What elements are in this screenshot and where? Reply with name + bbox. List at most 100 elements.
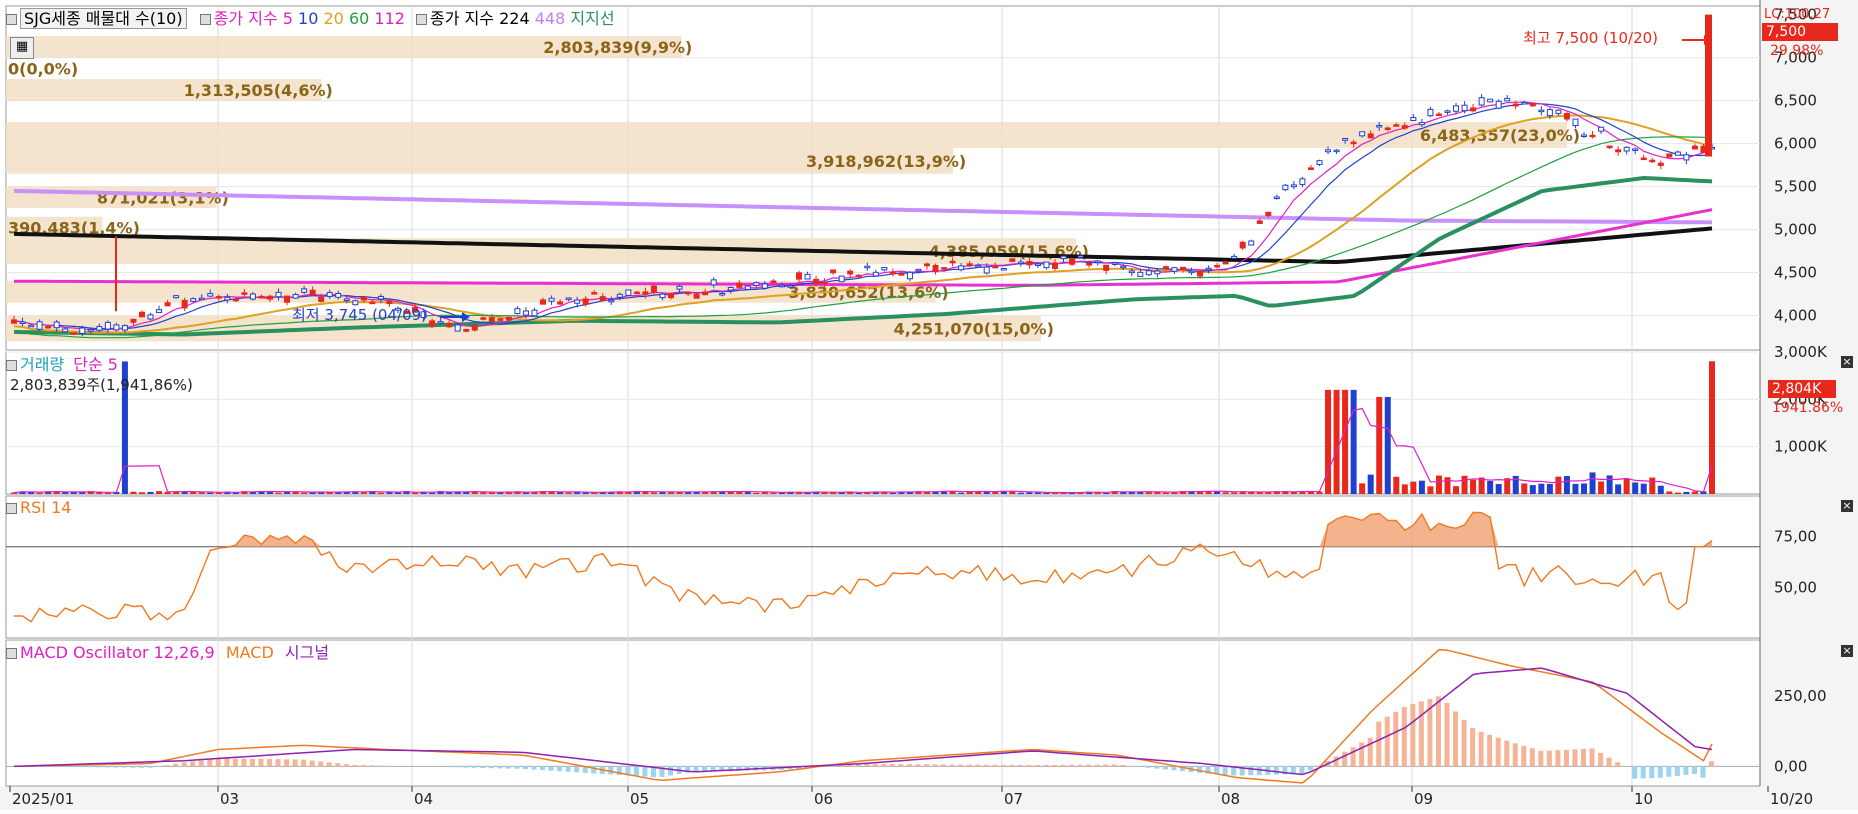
volume-bar [1436, 476, 1442, 494]
candle-body [1394, 125, 1399, 127]
macd-histogram-bar [1675, 766, 1680, 775]
candle-body [831, 270, 836, 273]
volume-bar [1376, 397, 1382, 494]
volume-bar [1453, 486, 1459, 494]
macd-histogram-bar [1351, 747, 1356, 766]
candle-body [814, 279, 819, 284]
macd-histogram-bar [71, 766, 76, 767]
volume-bar [651, 492, 657, 494]
candle-body [1684, 155, 1689, 160]
candle-body [438, 322, 443, 324]
macd-histogram-bar [873, 764, 878, 766]
macd-histogram-bar [1052, 765, 1057, 766]
candle-body [703, 292, 708, 295]
candle-body [950, 261, 955, 263]
candle-body [1104, 265, 1109, 270]
volume-bar [1496, 484, 1502, 494]
pane-toggle-icon[interactable] [6, 14, 17, 25]
macd-histogram-bar [506, 766, 511, 768]
macd-histogram-bar [898, 764, 903, 766]
volume-bar [1666, 491, 1672, 494]
macd-histogram-bar [1692, 766, 1697, 774]
candle-body [916, 269, 921, 271]
candle-body [430, 321, 435, 326]
volume-close-icon[interactable]: × [1841, 356, 1853, 368]
macd-histogram-bar [233, 759, 238, 767]
candle-body [592, 293, 597, 295]
macd-histogram-bar [523, 766, 528, 769]
macd-histogram-bar [566, 766, 571, 771]
macd-histogram-bar [1163, 766, 1168, 769]
candle-body [737, 283, 742, 287]
long-ma-toggle-icon[interactable] [416, 14, 427, 25]
candle-body [523, 311, 528, 315]
candle-body [285, 296, 290, 302]
macd-histogram-bar [173, 764, 178, 767]
candle-body [1488, 99, 1493, 102]
volume-bar [1351, 390, 1357, 494]
macd-histogram-bar [1248, 766, 1253, 775]
volume-profile-label: 4,251,070(15,0%) [894, 320, 1054, 339]
volume-bar [1325, 390, 1331, 494]
candle-body [959, 266, 964, 270]
volume-last-tag: 2,804K [1768, 380, 1836, 398]
volume-toggle-icon[interactable] [6, 360, 17, 371]
candle-body [29, 325, 34, 327]
candle-body [80, 328, 85, 333]
rsi-close-icon[interactable]: × [1841, 500, 1853, 512]
macd-histogram-bar [1641, 766, 1646, 778]
candle-body [515, 309, 520, 314]
macd-close-icon[interactable]: × [1841, 645, 1853, 657]
macd-legend: MACD Oscillator 12,26,9 MACD 시그널 [6, 643, 329, 663]
candle-body [12, 320, 17, 323]
candle-body [617, 294, 622, 297]
x-tick-label: 09 [1414, 790, 1433, 808]
grid-icon[interactable]: ▦ [10, 37, 34, 59]
candle-body [779, 285, 784, 287]
x-tick-label: 2025/01 [12, 790, 74, 808]
rsi-toggle-icon[interactable] [6, 503, 17, 514]
indicator-title-box[interactable]: SJG세종 매물대 수(10) [20, 8, 187, 29]
macd-histogram-bar [1624, 766, 1629, 767]
candle-body [46, 326, 51, 328]
macd-histogram-bar [1615, 762, 1620, 766]
candle-body [634, 292, 639, 294]
candle-body [122, 326, 127, 330]
candle-body [1283, 185, 1288, 189]
volume-bar [1641, 484, 1647, 494]
volume-last-pct: 1941.86% [1772, 399, 1843, 417]
macd-histogram-bar [1342, 752, 1347, 767]
volume-profile-label: 1,313,505(4,6%) [184, 81, 333, 100]
candle-body [856, 275, 861, 277]
candle-body [1010, 259, 1015, 262]
macd-histogram-bar [1061, 765, 1066, 766]
candle-body [558, 302, 563, 304]
support-line-label: 지지선 [570, 9, 614, 28]
candle-body [165, 303, 170, 306]
candle-body [1308, 168, 1313, 170]
candle-body [839, 276, 844, 282]
volume-profile-label: 6,483,357(23,0%) [1420, 126, 1580, 145]
candle-body [797, 273, 802, 279]
candle-body [942, 268, 947, 270]
candle-body [319, 297, 324, 301]
macd-histogram-bar [310, 761, 315, 767]
volume-bar [1385, 397, 1391, 494]
candle-body [609, 300, 614, 302]
macd-histogram-bar [1632, 766, 1637, 778]
macd-histogram-bar [250, 759, 255, 767]
volume-bar [1487, 481, 1493, 494]
ma-10-label: 10 [298, 9, 318, 28]
volume-bar [1009, 492, 1015, 494]
candle-body [37, 322, 42, 329]
y-tick-label: 4,000 [1774, 307, 1817, 325]
candle-body [174, 296, 179, 298]
macd-toggle-icon[interactable] [6, 648, 17, 659]
ma-toggle-icon[interactable] [200, 14, 211, 25]
candle-body [1232, 256, 1237, 258]
candle-body [1129, 271, 1134, 273]
volume-bar [1658, 486, 1664, 494]
volume-sma-label: 단순 5 [73, 355, 118, 374]
volume-bar [1521, 483, 1527, 494]
macd-histogram-bar [975, 765, 980, 767]
